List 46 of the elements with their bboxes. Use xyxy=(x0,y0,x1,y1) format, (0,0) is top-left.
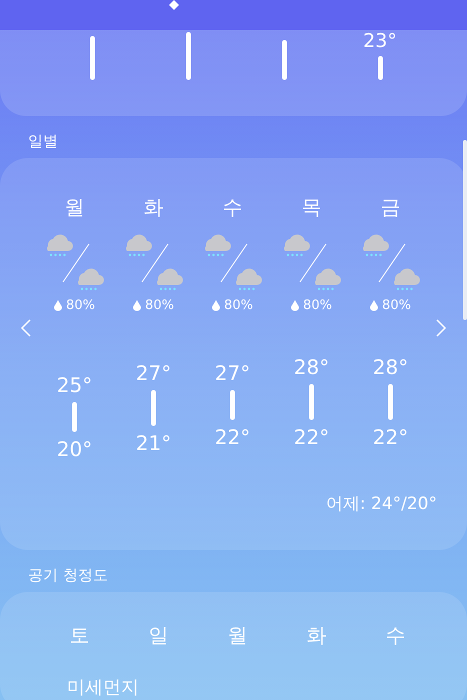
drop-icon xyxy=(370,300,378,311)
drop-icon xyxy=(133,300,142,311)
drop-icon xyxy=(54,300,62,311)
low-temperature: 20° xyxy=(56,437,92,461)
next-icon[interactable] xyxy=(435,318,447,338)
temperature-range-bar xyxy=(72,402,77,432)
section-title: 일별 xyxy=(28,132,58,150)
low-temperature: 21° xyxy=(136,431,172,455)
precipitation: 80% xyxy=(370,298,411,313)
high-temperature: 28° xyxy=(294,355,330,379)
temperature-bar xyxy=(378,56,382,80)
low-temperature: 22° xyxy=(214,425,250,449)
day-label: 수 xyxy=(384,622,406,649)
high-temperature: 28° xyxy=(372,355,408,379)
drop-icon xyxy=(212,300,220,311)
high-temperature: 27° xyxy=(136,361,172,385)
temperature-range-bar xyxy=(150,390,156,426)
precipitation: 80% xyxy=(212,298,253,313)
drop-icon xyxy=(291,300,300,311)
section-title: 공기 청정도 xyxy=(28,566,108,584)
day-label: 화 xyxy=(306,622,328,649)
precipitation: 80% xyxy=(133,298,174,313)
day-label: 월 xyxy=(64,194,84,221)
day-label: 목 xyxy=(302,194,322,221)
day-label: 토 xyxy=(68,622,90,649)
temperature-bar xyxy=(186,32,190,80)
day-label: 월 xyxy=(226,622,248,649)
high-temperature: 27° xyxy=(214,361,250,385)
row-label: 미세먼지 xyxy=(67,677,139,698)
day-label: 금 xyxy=(380,194,400,221)
low-temperature: 22° xyxy=(294,425,330,449)
temperature: 23° xyxy=(363,30,397,52)
precipitation: 80% xyxy=(54,298,95,313)
temperature-range-bar xyxy=(388,384,393,420)
day-label: 화 xyxy=(144,194,164,221)
temperature-range-bar xyxy=(308,384,314,420)
temperature-bar xyxy=(90,36,94,80)
temperature-bar xyxy=(282,40,286,80)
day-label: 일 xyxy=(148,622,170,649)
high-temperature: 25° xyxy=(56,373,92,397)
day-label: 수 xyxy=(222,194,242,221)
low-temperature: 22° xyxy=(372,425,408,449)
previous-icon[interactable] xyxy=(20,318,32,338)
precipitation: 80% xyxy=(291,298,332,313)
yesterday-temperature: 어제: 24°/20° xyxy=(326,493,437,515)
temperature-range-bar xyxy=(230,390,235,420)
